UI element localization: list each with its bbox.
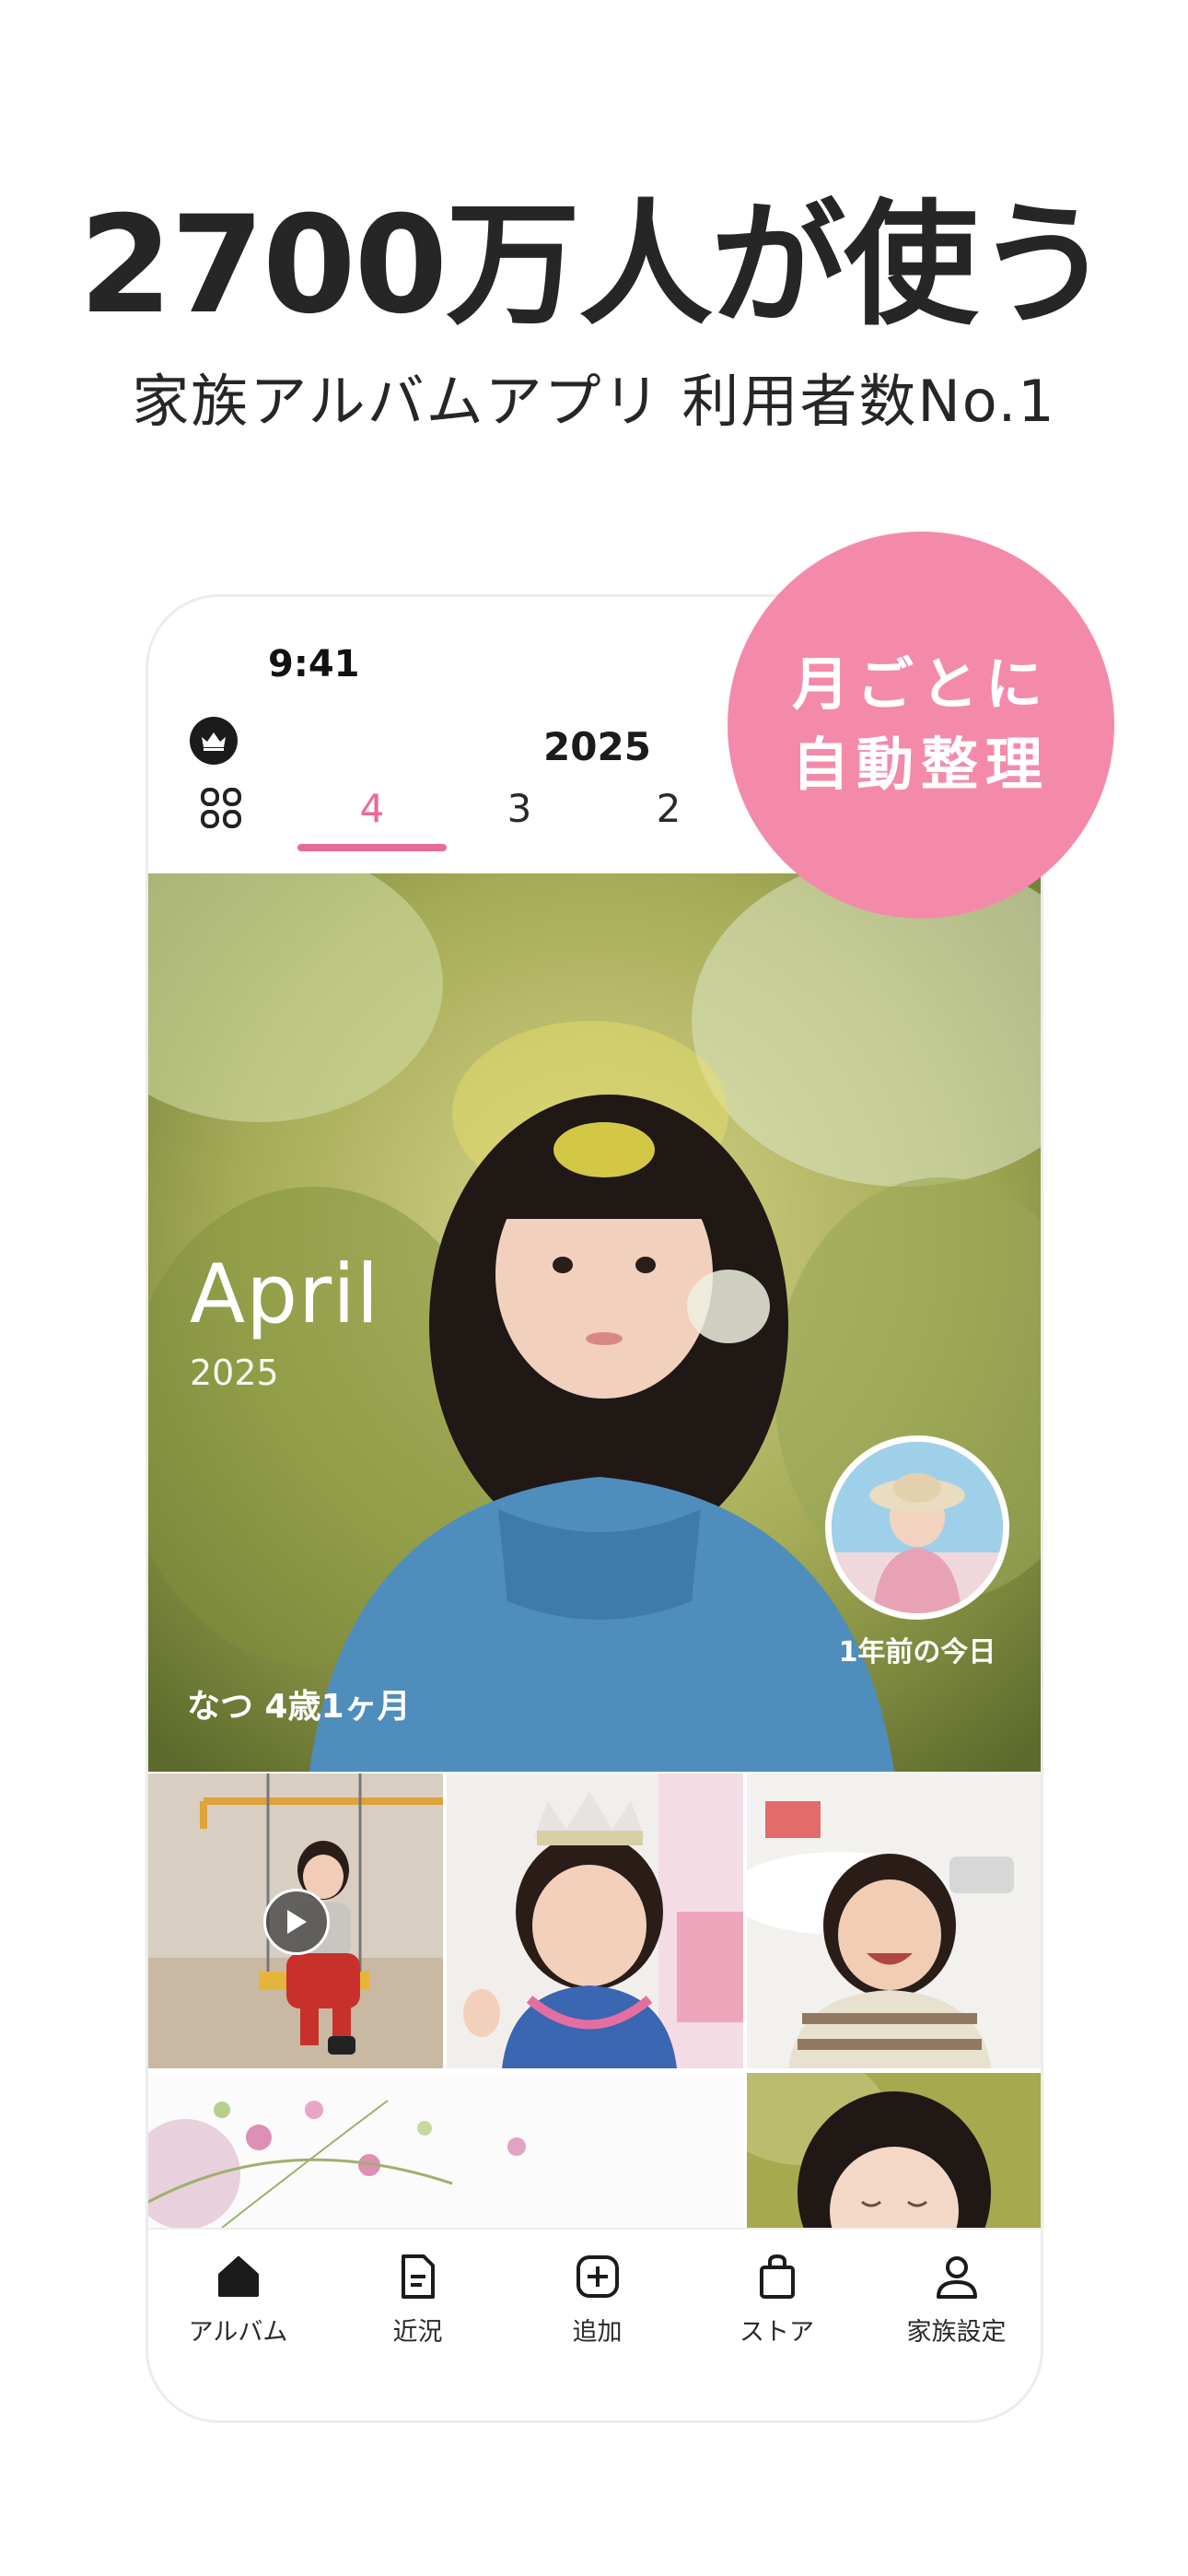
tab-album-label: アルバム [188, 2318, 288, 2347]
tab-add[interactable]: 追加 [507, 2253, 687, 2348]
tab-month-2[interactable]: 2 [595, 786, 742, 831]
tab-family-settings-label: 家族設定 [906, 2318, 1007, 2347]
tab-news[interactable]: 近況 [328, 2253, 507, 2348]
photo-thumbnail-sleeping[interactable] [747, 2073, 1041, 2228]
tab-month-3[interactable]: 3 [446, 786, 593, 831]
photo-thumbnail-swing-video[interactable] [148, 1774, 443, 2068]
memory-avatar[interactable] [825, 1435, 1009, 1620]
hero-month-title: April [190, 1247, 380, 1341]
bag-icon [759, 2254, 795, 2299]
hero-photo[interactable]: April 2025 なつ 4歳1ヶ月 1年前の今日 [148, 873, 1041, 1772]
feature-badge-line2: 自動整理 [791, 731, 1050, 798]
promo-headline: 2700万人が使う [78, 187, 1111, 344]
tab-store[interactable]: ストア [687, 2253, 867, 2348]
photo-thumbnail-flowers[interactable] [148, 2073, 743, 2228]
active-tab-indicator [297, 844, 447, 851]
bottom-tab-bar: アルバム 近況 追加 ストア 家族設定 [148, 2228, 1041, 2420]
tab-store-label: ストア [740, 2318, 814, 2347]
tab-add-label: 追加 [572, 2318, 623, 2347]
status-time: 9:41 [268, 643, 360, 685]
photo-thumbnail-crown[interactable] [447, 1774, 743, 2068]
feature-badge: 月ごとに 自動整理 [728, 532, 1114, 919]
promo-subheadline: 家族アルバムアプリ 利用者数No.1 [132, 368, 1056, 435]
document-icon [401, 2254, 435, 2299]
memory-label: 1年前の今日 [838, 1636, 996, 1669]
home-icon [217, 2256, 259, 2297]
tab-news-label: 近況 [392, 2318, 443, 2347]
play-icon[interactable] [263, 1889, 330, 1955]
feature-badge-line1: 月ごとに [791, 650, 1050, 719]
child-age-caption: なつ 4歳1ヶ月 [187, 1688, 411, 1726]
tab-album[interactable]: アルバム [148, 2253, 328, 2348]
tab-family-settings[interactable]: 家族設定 [867, 2253, 1041, 2348]
person-icon [936, 2256, 977, 2299]
tab-month-4[interactable]: 4 [298, 786, 446, 831]
photo-thumbnail-laughing[interactable] [747, 1774, 1041, 2068]
hero-year: 2025 [190, 1352, 279, 1393]
add-icon [576, 2255, 619, 2298]
grid-view-icon[interactable] [199, 786, 243, 830]
